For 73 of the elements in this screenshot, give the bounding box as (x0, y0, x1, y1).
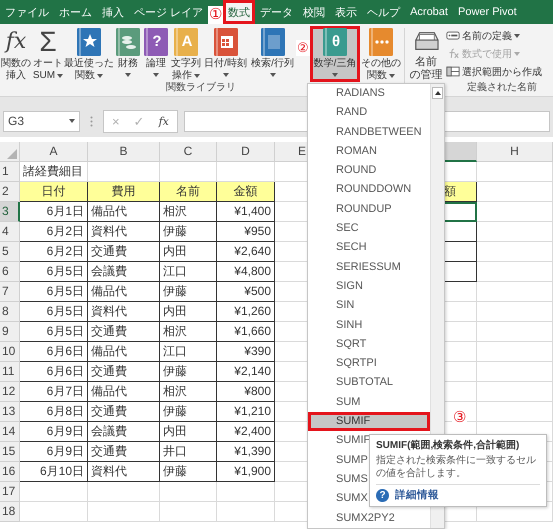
table-cell: 伊藤 (160, 222, 217, 242)
question-book-icon: ? (143, 27, 169, 57)
table-cell: 伊藤 (160, 282, 217, 302)
table-cell: 内田 (160, 302, 217, 322)
table-cell: 備品代 (88, 202, 160, 222)
table-cell: ¥2,400 (217, 422, 275, 442)
callout-number: ① (208, 6, 224, 24)
group-label: 定義された名前 (467, 82, 537, 93)
theta-book-icon: θ (322, 27, 348, 57)
table-cell: 井口 (160, 442, 217, 462)
table-cell: 備品代 (88, 342, 160, 362)
table-cell: 6月8日 (20, 402, 88, 422)
table-cell: 交通費 (88, 402, 160, 422)
table-cell: ¥1,210 (217, 402, 275, 422)
table-cell: 相沢 (160, 202, 217, 222)
table-cell: 金額 (217, 182, 275, 202)
table-cell: ¥1,390 (217, 442, 275, 462)
table-cell: 江口 (160, 262, 217, 282)
table-cell: ¥1,260 (217, 302, 275, 322)
table-cell: 6月2日 (20, 222, 88, 242)
table-cell: 備品代 (88, 282, 160, 302)
table-cell: 日付 (20, 182, 88, 202)
table-cell: ¥4,800 (217, 262, 275, 282)
table-cell: 6月1日 (20, 202, 88, 222)
table-cell: 6月6日 (20, 342, 88, 362)
table-cell: ¥950 (217, 222, 275, 242)
table-cell: ¥800 (217, 382, 275, 402)
tooltip-title: SUMIF(範囲,検索条件,合計範囲) (376, 440, 520, 452)
table-cell: 6月5日 (20, 322, 88, 342)
table-cell: ¥1,400 (217, 202, 275, 222)
table-cell: ¥390 (217, 342, 275, 362)
table-cell: ¥2,140 (217, 362, 275, 382)
table-cell: ¥2,640 (217, 242, 275, 262)
table-cell: 内田 (160, 242, 217, 262)
table-cell: 相沢 (160, 322, 217, 342)
table-cell: 6月9日 (20, 422, 88, 442)
sigma-icon: Σ (39, 27, 57, 57)
table-cell: 伊藤 (160, 402, 217, 422)
callout-number: ② (296, 40, 310, 56)
table-cell: 交通費 (88, 442, 160, 462)
table-cell: 6月9日 (20, 442, 88, 462)
tooltip-description: 指定された検索条件に一致するセルの値を合計します。 (376, 455, 537, 480)
table-cell: 6月10日 (20, 462, 88, 482)
table-cell: 資料代 (88, 302, 160, 322)
table-cell: 資料代 (88, 222, 160, 242)
help-icon: ? (376, 488, 389, 502)
table-cell: ¥1,660 (217, 322, 275, 342)
table-cell: 額 (443, 182, 477, 202)
table-cell: 会議費 (88, 422, 160, 442)
table-cell: 費用 (88, 182, 160, 202)
table-cell: 6月2日 (20, 242, 88, 262)
table-cell: 6月5日 (20, 262, 88, 282)
table-cell: 交通費 (88, 242, 160, 262)
table-cell: 内田 (160, 422, 217, 442)
group-label: 関数ライブラリ (166, 82, 236, 93)
table-cell: ¥500 (217, 282, 275, 302)
table-cell: 交通費 (88, 362, 160, 382)
table-cell: 備品代 (88, 382, 160, 402)
table-cell: 会議費 (88, 262, 160, 282)
letter-book-icon: A (173, 27, 199, 57)
table-cell: 相沢 (160, 382, 217, 402)
table-cell: 6月7日 (20, 382, 88, 402)
table-cell: 資料代 (88, 462, 160, 482)
table-cell: 交通費 (88, 322, 160, 342)
table-cell: 6月5日 (20, 282, 88, 302)
table-cell: 名前 (160, 182, 217, 202)
table-cell: 6月5日 (20, 302, 88, 322)
table-cell: 伊藤 (160, 462, 217, 482)
table-cell: ¥1,900 (217, 462, 275, 482)
fx-icon: fx (6, 27, 26, 57)
table-cell: 6月6日 (20, 362, 88, 382)
table-cell: 伊藤 (160, 362, 217, 382)
table-cell: 江口 (160, 342, 217, 362)
